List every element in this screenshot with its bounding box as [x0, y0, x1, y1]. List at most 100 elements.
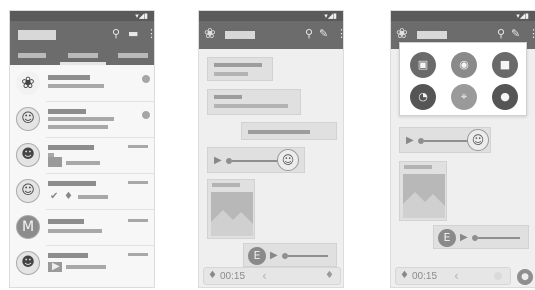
unread-dot: [142, 111, 150, 119]
attach-icon[interactable]: ✎: [511, 27, 520, 41]
mic-icon[interactable]: ♦: [208, 270, 217, 282]
contact-name-line: [48, 181, 96, 186]
divider: [46, 209, 154, 210]
status-bar: ▾◢▮: [391, 11, 535, 21]
compose-icon[interactable]: ▬: [128, 27, 138, 41]
timestamp-line: [128, 181, 148, 184]
tab-chats[interactable]: [68, 53, 98, 58]
timestamp-line: [128, 145, 148, 148]
avatar: ☻: [16, 251, 40, 275]
play-icon[interactable]: ▶: [270, 251, 278, 261]
video-icon[interactable]: ■: [492, 52, 518, 78]
image-thumbnail[interactable]: [403, 174, 445, 218]
search-icon[interactable]: ⚲: [305, 27, 313, 41]
status-icons: ▾◢▮: [135, 12, 148, 20]
contact-icon[interactable]: ●: [492, 84, 518, 110]
divider: [46, 101, 154, 102]
play-icon[interactable]: ▶: [460, 233, 468, 243]
recording-timer: 00:15: [220, 271, 246, 282]
status-bar: ▾◢▮: [10, 11, 154, 21]
contact-name-line: [48, 145, 94, 150]
contact-title: [225, 31, 255, 39]
menu-icon[interactable]: ⋮: [146, 27, 154, 41]
list-item[interactable]: ☺: [10, 103, 154, 139]
camera-icon[interactable]: ◉: [451, 52, 477, 78]
avatar: ☺: [16, 107, 40, 131]
chevron-left-icon[interactable]: ‹: [454, 269, 459, 283]
unread-dot: [142, 75, 150, 83]
play-icon[interactable]: ▶: [214, 156, 222, 166]
record-button[interactable]: ●: [517, 269, 533, 285]
gallery-icon[interactable]: ▣: [410, 52, 436, 78]
attachment-menu: ▣ ◉ ■ ◔ ⌖ ●: [399, 42, 527, 116]
tab-indicator: [60, 62, 106, 65]
app-bar: ⚲ ▬ ⋮: [10, 21, 154, 49]
play-icon[interactable]: ▶: [406, 136, 414, 146]
tab-contacts[interactable]: [118, 53, 148, 58]
avatar: ❀: [16, 71, 40, 95]
lotus-logo-icon: ❀: [204, 26, 216, 42]
phone-chat-list: ▾◢▮ ⚲ ▬ ⋮ ❀ ☺ ☻ ☺ ✔: [9, 10, 155, 288]
attach-icon[interactable]: ✎: [319, 27, 328, 41]
contact-title: [417, 31, 447, 39]
emoji-icon[interactable]: [494, 272, 502, 280]
list-item[interactable]: ☻ ▶: [10, 247, 154, 283]
lotus-logo-icon: ❀: [396, 26, 408, 42]
phone-attachments: ▾◢▮ ❀ ⚲ ✎ ⋮ ▶ ☺ E ▶: [390, 10, 535, 288]
location-icon[interactable]: ⌖: [451, 84, 477, 110]
message-preview-line: [48, 229, 102, 233]
voice-progress: [288, 255, 328, 257]
timestamp-line: [128, 253, 148, 256]
avatar: ☺: [277, 149, 299, 171]
list-item[interactable]: ❀: [10, 67, 154, 103]
incoming-message[interactable]: [207, 57, 273, 81]
message-input-bar[interactable]: ♦ 00:15 ‹ ♦: [203, 267, 341, 285]
image-placeholder-icon: [403, 174, 445, 218]
play-icon: ▶: [52, 261, 60, 272]
list-item[interactable]: M: [10, 211, 154, 247]
check-icon: ✔: [50, 191, 59, 202]
outgoing-message[interactable]: [241, 122, 337, 140]
contact-name-line: [48, 219, 84, 224]
mic-icon[interactable]: ♦: [400, 270, 409, 282]
list-item[interactable]: ☻: [10, 139, 154, 175]
avatar: ☺: [16, 179, 40, 203]
divider: [46, 245, 154, 246]
voice-progress: [478, 237, 520, 239]
mic-icon[interactable]: ♦: [325, 270, 334, 282]
divider: [46, 173, 154, 174]
chevron-left-icon[interactable]: ‹: [262, 269, 267, 283]
sender-initial: E: [438, 229, 456, 247]
recording-timer: 00:15: [412, 271, 438, 282]
list-item[interactable]: ☺ ✔ ♦: [10, 175, 154, 211]
status-bar: ▾◢▮: [199, 11, 343, 21]
menu-icon[interactable]: ⋮: [528, 27, 535, 41]
status-icons: ▾◢▮: [324, 12, 337, 20]
message-preview-line: [78, 195, 108, 199]
message-preview-line: [48, 84, 104, 88]
outgoing-voice-message[interactable]: E ▶: [243, 243, 337, 267]
contact-name-line: [48, 75, 90, 80]
image-message[interactable]: [399, 161, 447, 221]
tab-calls[interactable]: [18, 53, 46, 58]
phone-conversation: ▾◢▮ ❀ ⚲ ✎ ⋮ ▶ ☺: [198, 10, 344, 288]
image-placeholder-icon: [211, 192, 253, 236]
search-icon[interactable]: ⚲: [112, 27, 120, 41]
app-title: [18, 30, 56, 40]
image-thumbnail[interactable]: [211, 192, 253, 236]
audio-icon[interactable]: ◔: [410, 84, 436, 110]
contact-name-line: [48, 109, 86, 114]
message-preview-line: [66, 161, 100, 165]
chat-area: ▶ ☺ E ▶ ♦ 00:15 ‹ ♦: [199, 49, 343, 287]
outgoing-voice-message[interactable]: E ▶: [433, 225, 529, 249]
message-input-bar[interactable]: ♦ 00:15 ‹: [395, 267, 511, 285]
incoming-message[interactable]: [207, 89, 301, 115]
avatar: ☻: [16, 143, 40, 167]
mic-icon: ♦: [64, 191, 73, 202]
tab-bar: [10, 49, 154, 65]
photo-thumbnail: [48, 157, 62, 167]
menu-icon[interactable]: ⋮: [336, 27, 343, 41]
image-message[interactable]: [207, 179, 255, 239]
search-icon[interactable]: ⚲: [497, 27, 505, 41]
timestamp-line: [128, 219, 148, 222]
